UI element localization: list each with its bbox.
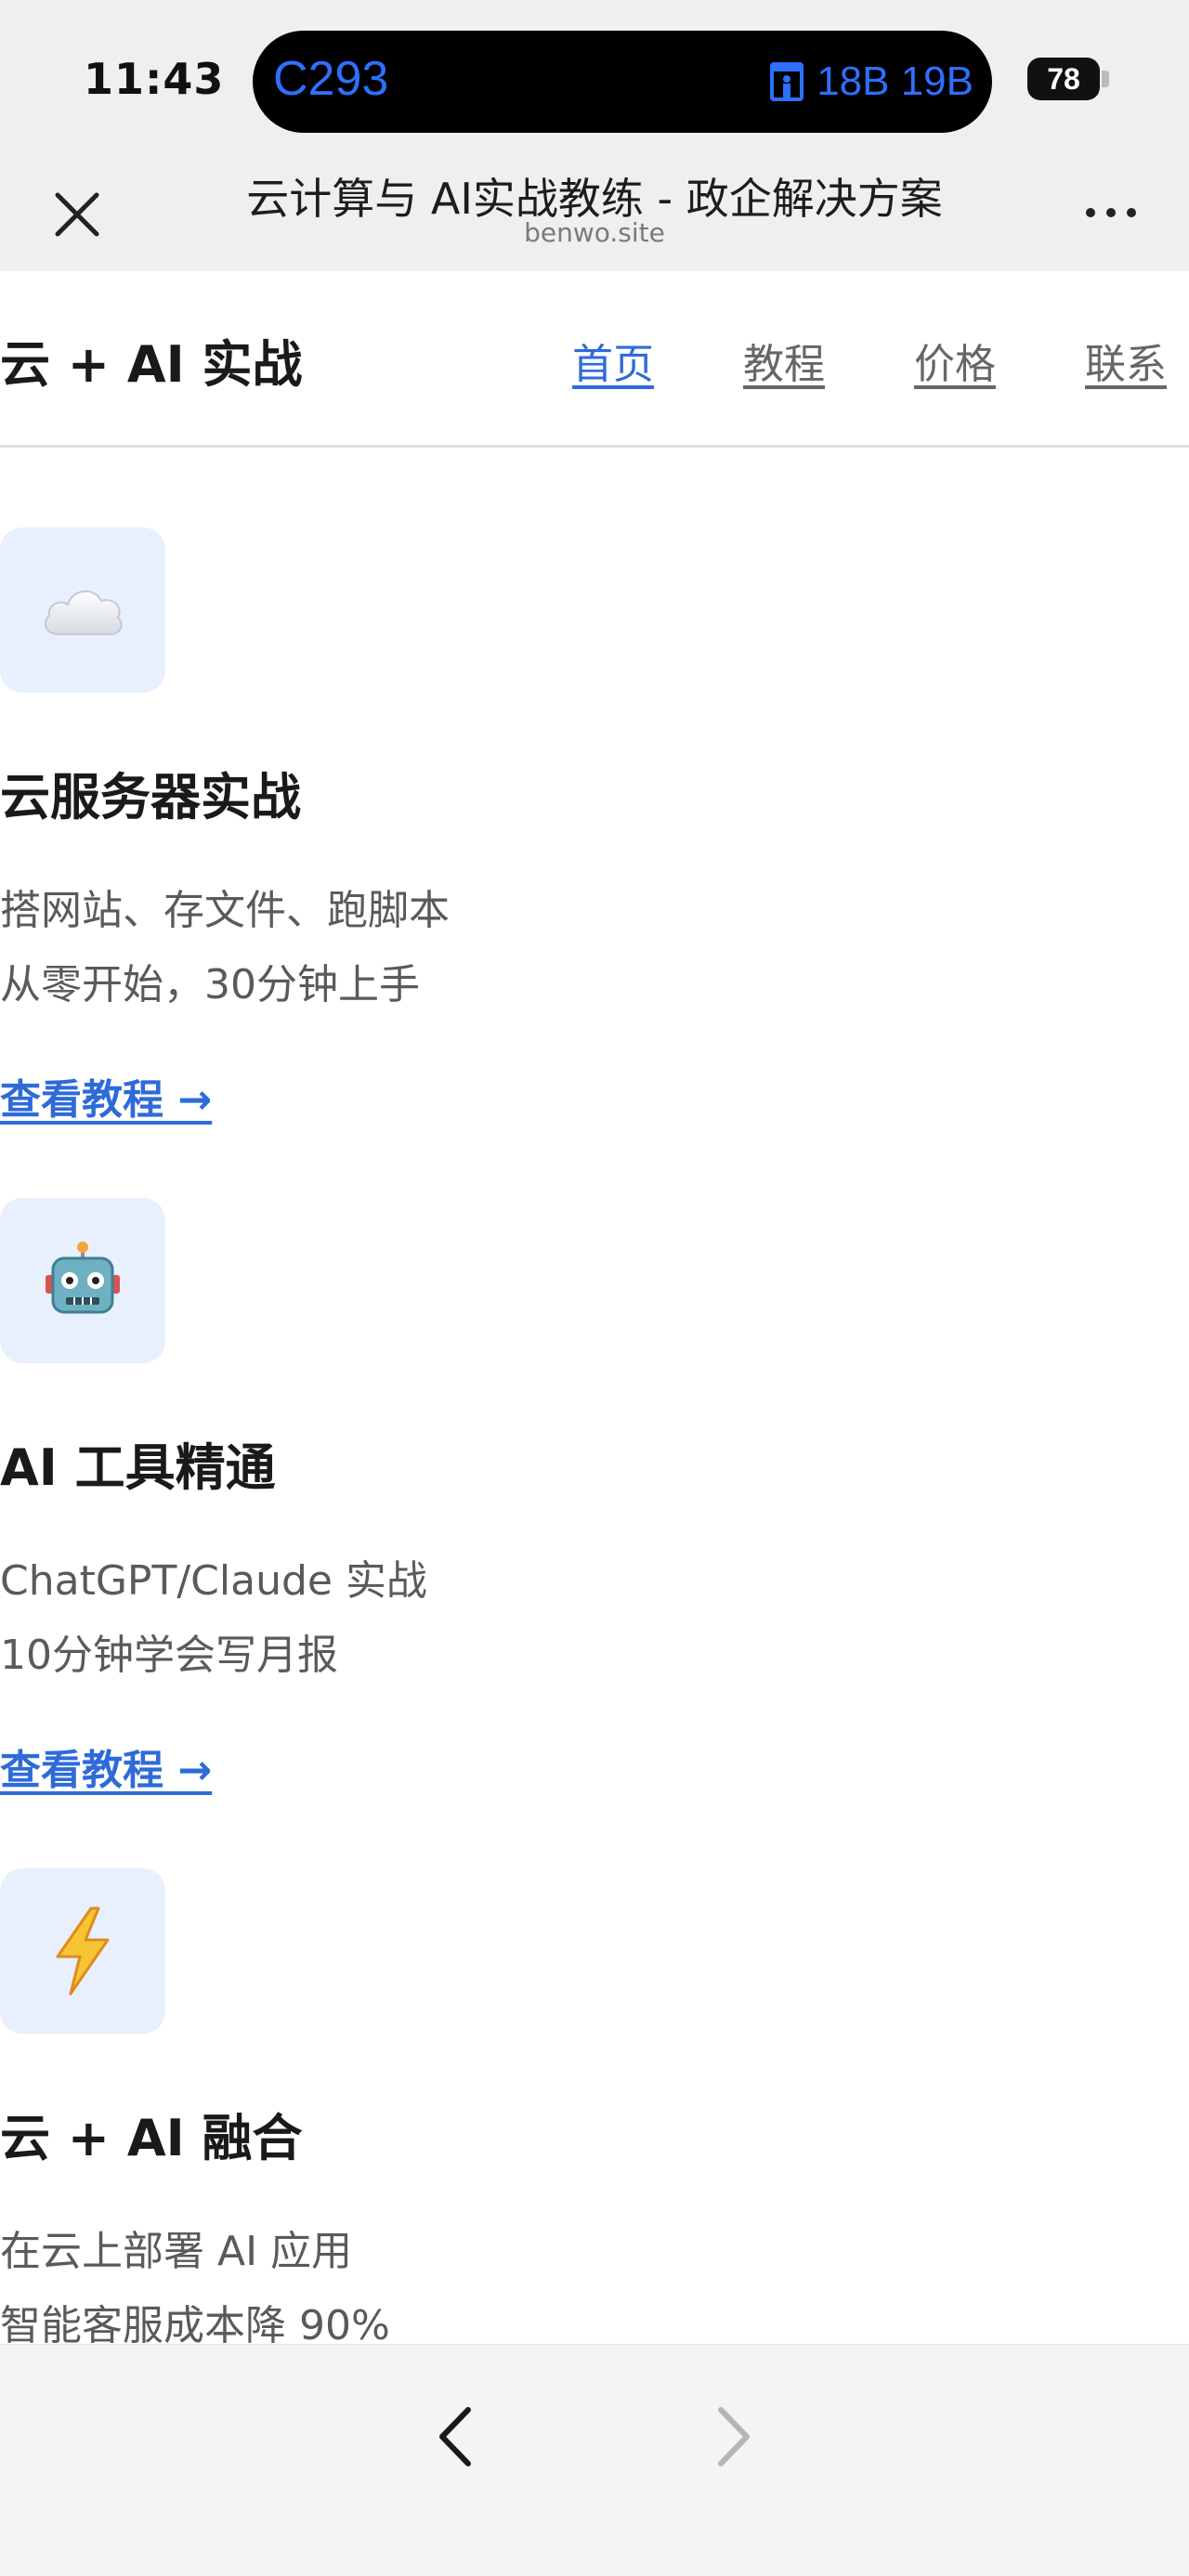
dynamic-island[interactable]: C293 18B 19B xyxy=(253,31,992,133)
nav-tutorials[interactable]: 教程 xyxy=(743,331,825,390)
site-nav: 首页 教程 价格 联系 xyxy=(572,331,1167,390)
more-button[interactable] xyxy=(1081,197,1141,234)
lightning-icon xyxy=(0,1868,165,2034)
card-description: 从零开始，30分钟上手 xyxy=(0,961,420,1008)
robot-icon xyxy=(0,1198,165,1363)
card-description: 智能客服成本降 90% xyxy=(0,2302,390,2349)
chevron-right-icon xyxy=(718,2407,750,2466)
view-tutorial-link[interactable]: 查看教程 → xyxy=(0,1737,212,1796)
chevron-left-icon xyxy=(439,2407,471,2466)
island-route: C293 xyxy=(273,52,389,106)
status-time: 11:43 xyxy=(84,54,225,104)
card-description: ChatGPT/Claude 实战 xyxy=(0,1557,427,1605)
cloud-icon xyxy=(0,527,165,693)
back-button[interactable] xyxy=(427,2395,483,2478)
view-tutorial-link[interactable]: 查看教程 → xyxy=(0,1066,212,1125)
site-header: 云 + AI 实战 首页 教程 价格 联系 xyxy=(0,271,1189,448)
site-logo[interactable]: 云 + AI 实战 xyxy=(0,323,303,397)
island-seats: 18B 19B xyxy=(768,59,973,105)
card-title: AI 工具精通 xyxy=(0,1438,276,1497)
browser-title-bar: 云计算与 AI实战教练 - 政企解决方案 benwo.site xyxy=(0,156,1189,271)
browser-toolbar xyxy=(0,2344,1189,2576)
card-title: 云 + AI 融合 xyxy=(0,2109,303,2167)
close-button[interactable] xyxy=(48,186,106,243)
nav-home[interactable]: 首页 xyxy=(572,331,654,390)
card-description: 10分钟学会写月报 xyxy=(0,1632,338,1679)
nav-pricing[interactable]: 价格 xyxy=(914,331,996,390)
card-description: 搭网站、存文件、跑脚本 xyxy=(0,887,450,934)
card-description: 在云上部署 AI 应用 xyxy=(0,2228,353,2275)
card-title: 云服务器实战 xyxy=(0,768,301,826)
page-domain: benwo.site xyxy=(524,217,665,248)
seat-icon xyxy=(770,62,804,101)
more-icon xyxy=(1086,208,1136,217)
nav-contact[interactable]: 联系 xyxy=(1085,331,1167,390)
battery-indicator: 78 xyxy=(1027,58,1100,100)
island-seat-label: 18B 19B xyxy=(817,59,973,104)
forward-button[interactable] xyxy=(706,2395,762,2478)
battery-cap xyxy=(1102,71,1109,87)
status-bar: 11:43 C293 18B 19B 78 xyxy=(0,0,1189,156)
close-icon xyxy=(55,192,99,237)
